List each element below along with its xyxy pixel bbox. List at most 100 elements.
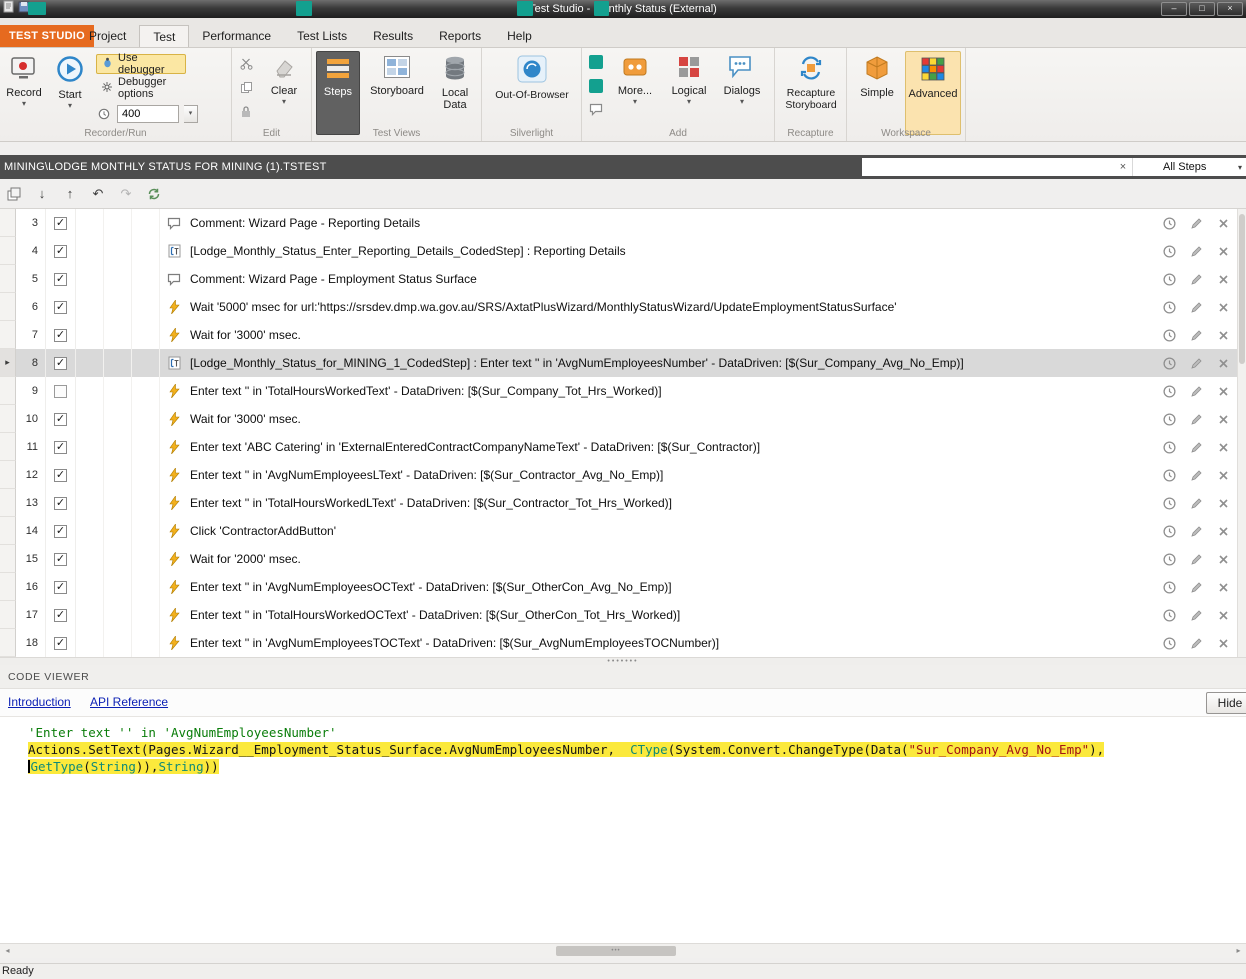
use-debugger-toggle[interactable]: Use debugger [96, 52, 186, 76]
step-description[interactable]: Enter text '' in 'AvgNumEmployeesLText' … [190, 468, 663, 482]
step-checkbox[interactable] [54, 384, 67, 398]
delete-icon[interactable] [1216, 384, 1230, 398]
comment-bubble-icon[interactable] [588, 102, 604, 117]
step-description[interactable]: Comment: Wizard Page - Employment Status… [190, 272, 477, 286]
cut-icon[interactable] [238, 56, 254, 71]
step-checkbox[interactable]: ✓ [54, 496, 67, 510]
step-row[interactable]: 6 ✓ Wait '5000' msec for url:'https://srsd… [0, 293, 1246, 321]
clock-icon[interactable] [1162, 496, 1176, 510]
record-dropdown-icon[interactable]: ▾ [22, 100, 26, 108]
step-checkbox[interactable]: ✓ [54, 300, 67, 314]
pencil-icon[interactable] [1189, 440, 1203, 454]
step-row[interactable]: 10 ✓ Wait for '3000' msec. [0, 405, 1246, 433]
maximize-button[interactable]: □ [1189, 2, 1215, 16]
simple-workspace-button[interactable]: Simple [851, 51, 903, 127]
step-checkbox[interactable]: ✓ [54, 216, 67, 230]
out-of-browser-button[interactable]: Out-Of-Browser [487, 51, 577, 127]
row-handle[interactable] [0, 517, 16, 545]
step-checkbox[interactable]: ✓ [54, 608, 67, 622]
pencil-icon[interactable] [1189, 272, 1203, 286]
pencil-icon[interactable] [1189, 216, 1203, 230]
steps-vertical-scrollbar[interactable] [1237, 209, 1246, 657]
search-clear-icon[interactable]: × [1114, 161, 1132, 173]
collapse-steps-icon[interactable] [5, 185, 23, 203]
row-handle[interactable]: ▸ [0, 349, 16, 377]
scroll-left-icon[interactable]: ◂ [0, 944, 15, 958]
clock-icon[interactable] [1162, 580, 1176, 594]
record-button[interactable]: Record ▾ [2, 51, 46, 127]
code-lines[interactable]: 'Enter text '' in 'AvgNumEmployeesNumber… [0, 717, 1246, 943]
clock-icon[interactable] [1162, 552, 1176, 566]
debugger-options-button[interactable]: Debugger options [96, 76, 206, 100]
step-row[interactable]: 4 ✓ [Lodge_Monthly_Status_Enter_Reporting_… [0, 237, 1246, 265]
redo-icon[interactable]: ↷ [117, 185, 135, 203]
splitter-handle[interactable]: ••••••• [0, 657, 1246, 665]
delete-icon[interactable] [1216, 412, 1230, 426]
scrollbar-thumb[interactable]: ••• [556, 946, 676, 956]
tab-performance[interactable]: Performance [189, 25, 284, 47]
logical-button[interactable]: Logical ▾ [666, 51, 712, 127]
app-icon[interactable] [3, 0, 15, 18]
step-row[interactable]: 17 ✓ Enter text '' in 'TotalHoursWorkedOCT… [0, 601, 1246, 629]
row-handle[interactable] [0, 489, 16, 517]
step-checkbox[interactable]: ✓ [54, 524, 67, 538]
delete-icon[interactable] [1216, 552, 1230, 566]
step-row[interactable]: 13 ✓ Enter text '' in 'TotalHoursWorkedLTe… [0, 489, 1246, 517]
row-handle[interactable] [0, 237, 16, 265]
step-description[interactable]: Enter text '' in 'AvgNumEmployeesTOCText… [190, 636, 719, 650]
step-description[interactable]: Wait for '3000' msec. [190, 412, 301, 426]
step-description[interactable]: [Lodge_Monthly_Status_Enter_Reporting_De… [190, 244, 626, 258]
step-description[interactable]: Enter text '' in 'TotalHoursWorkedText' … [190, 384, 662, 398]
move-down-icon[interactable]: ↓ [33, 185, 51, 203]
start-button[interactable]: Start ▾ [48, 51, 92, 127]
storyboard-button[interactable]: Storyboard [366, 51, 428, 127]
pencil-icon[interactable] [1189, 384, 1203, 398]
record-step-icon[interactable] [588, 54, 604, 69]
clock-icon[interactable] [1162, 608, 1176, 622]
step-row[interactable]: 3 ✓ Comment: Wizard Page - Reporting Detai… [0, 209, 1246, 237]
pencil-icon[interactable] [1189, 244, 1203, 258]
lock-icon[interactable] [238, 104, 254, 119]
row-handle[interactable] [0, 601, 16, 629]
step-row[interactable]: 18 ✓ Enter text '' in 'AvgNumEmployeesTOCT… [0, 629, 1246, 657]
logical-dropdown-icon[interactable]: ▾ [687, 98, 691, 106]
row-handle[interactable] [0, 209, 16, 237]
delete-icon[interactable] [1216, 328, 1230, 342]
pencil-icon[interactable] [1189, 468, 1203, 482]
row-handle[interactable] [0, 377, 16, 405]
pencil-icon[interactable] [1189, 300, 1203, 314]
pencil-icon[interactable] [1189, 636, 1203, 650]
row-handle[interactable] [0, 545, 16, 573]
more-dropdown-icon[interactable]: ▾ [633, 98, 637, 106]
delete-icon[interactable] [1216, 608, 1230, 622]
clock-icon[interactable] [1162, 384, 1176, 398]
step-checkbox[interactable]: ✓ [54, 412, 67, 426]
clock-icon[interactable] [1162, 328, 1176, 342]
pencil-icon[interactable] [1189, 356, 1203, 370]
step-row[interactable]: ▸ 8 ✓ [Lodge_Monthly_Status_for_MINING_1_Co… [0, 349, 1246, 377]
delete-icon[interactable] [1216, 496, 1230, 510]
pencil-icon[interactable] [1189, 552, 1203, 566]
step-description[interactable]: Wait for '2000' msec. [190, 552, 301, 566]
tab-reports[interactable]: Reports [426, 25, 494, 47]
row-handle[interactable] [0, 461, 16, 489]
tab-project[interactable]: Project [76, 25, 139, 47]
clock-icon[interactable] [1162, 244, 1176, 258]
steps-filter-dropdown[interactable]: All Steps ▾ [1132, 158, 1246, 176]
hide-button[interactable]: Hide [1206, 692, 1246, 714]
step-description[interactable]: Enter text '' in 'AvgNumEmployeesOCText'… [190, 580, 672, 594]
step-description[interactable]: Enter text '' in 'TotalHoursWorkedLText'… [190, 496, 672, 510]
pencil-icon[interactable] [1189, 496, 1203, 510]
steps-view-button[interactable]: Steps [316, 51, 360, 135]
row-handle[interactable] [0, 321, 16, 349]
search-input[interactable] [862, 159, 1114, 175]
more-button[interactable]: More... ▾ [610, 51, 660, 127]
advanced-workspace-button[interactable]: Advanced [905, 51, 961, 135]
move-up-icon[interactable]: ↑ [61, 185, 79, 203]
clock-icon[interactable] [1162, 636, 1176, 650]
delete-icon[interactable] [1216, 636, 1230, 650]
tab-results[interactable]: Results [360, 25, 426, 47]
step-row[interactable]: 7 ✓ Wait for '3000' msec. [0, 321, 1246, 349]
pencil-icon[interactable] [1189, 412, 1203, 426]
delete-icon[interactable] [1216, 244, 1230, 258]
